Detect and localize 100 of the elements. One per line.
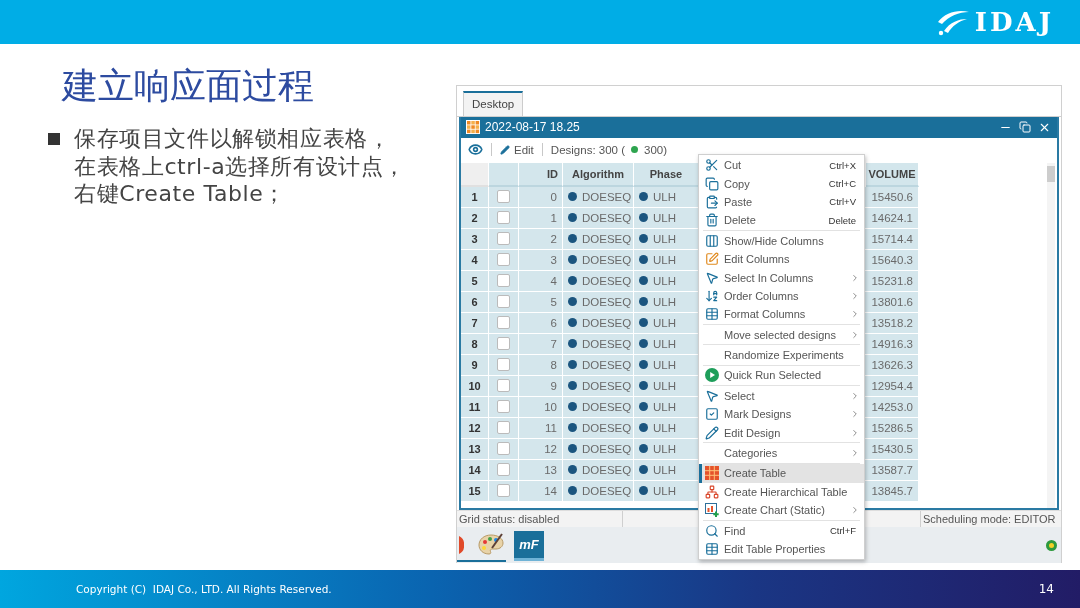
table-cell: ULH — [653, 211, 676, 224]
checkbox[interactable] — [497, 442, 510, 456]
row-number: 11 — [468, 400, 481, 413]
table-cell: DOESEQ — [582, 274, 632, 287]
circle-icon[interactable] — [1046, 539, 1057, 551]
table-cell: 13626.3 — [871, 358, 913, 371]
table-cell: 13587.7 — [871, 463, 913, 476]
dot-icon — [568, 234, 577, 244]
table-icon — [705, 307, 719, 322]
table-cell: DOESEQ — [582, 400, 632, 413]
checkbox[interactable] — [497, 274, 510, 288]
table-cell: ULH — [653, 421, 676, 434]
dot-icon — [639, 402, 648, 412]
table-cell: DOESEQ — [582, 295, 632, 308]
table-cell: ULH — [653, 316, 676, 329]
tab[interactable]: Desktop — [463, 90, 524, 116]
row-number: 14 — [468, 463, 481, 476]
row-number: 1 — [471, 190, 478, 203]
table-cell: 14 — [544, 484, 557, 497]
menu-item[interactable]: Edit Table Properties — [699, 539, 864, 559]
table-cell: 13 — [544, 463, 557, 476]
eye-icon[interactable] — [468, 142, 483, 158]
menu-item[interactable]: Create Table — [699, 464, 864, 483]
table-cell: 6 — [550, 316, 557, 329]
dot-icon — [568, 192, 577, 202]
table-cell: 12 — [544, 442, 557, 455]
menu-item[interactable]: Show/Hide Columns — [699, 231, 864, 250]
table-cell: ULH — [653, 400, 676, 413]
table-cell: 14624.1 — [871, 211, 913, 224]
checkbox[interactable] — [497, 484, 510, 498]
clipboard-icon — [705, 194, 719, 209]
table-cell: ULH — [653, 253, 676, 266]
checkbox[interactable] — [497, 232, 510, 246]
checkbox[interactable] — [497, 337, 510, 351]
dot-icon — [568, 213, 577, 223]
menu-item[interactable]: Create Chart (Static) — [699, 501, 864, 520]
table-cell: 11 — [545, 421, 557, 434]
checkbox[interactable] — [497, 211, 510, 225]
dot-icon — [568, 318, 577, 328]
row-number: 15 — [468, 484, 481, 497]
table-cell: ULH — [653, 379, 676, 392]
window-title: 2022-08-17 18.25 — [485, 120, 581, 135]
scissors-icon — [705, 158, 719, 173]
checkbox[interactable] — [497, 463, 510, 477]
checkbox[interactable] — [497, 253, 510, 267]
column-header[interactable]: Algorithm — [563, 162, 634, 187]
table-cell: ULH — [653, 274, 676, 287]
table-cell: ULH — [653, 358, 676, 371]
table-cell: 13518.2 — [871, 316, 913, 329]
checkbox[interactable] — [497, 421, 510, 435]
menu-item[interactable]: Find Ctrl+F — [699, 521, 864, 540]
dot-icon — [639, 360, 648, 370]
edit-icon — [705, 252, 719, 267]
checkbox[interactable] — [497, 316, 510, 330]
copy-icon — [705, 176, 719, 191]
column-header[interactable]: VOLUME — [866, 162, 919, 187]
table-cell: ULH — [653, 442, 676, 455]
menu-item[interactable]: Delete Delete — [699, 211, 864, 230]
table-cell: 3 — [550, 253, 557, 266]
grid-icon — [466, 120, 480, 135]
menu-item[interactable]: Select In Columns — [699, 268, 864, 287]
dot-icon — [568, 486, 577, 496]
checkbox[interactable] — [497, 400, 510, 414]
table-cell: ULH — [653, 484, 676, 497]
dot-icon — [639, 255, 648, 265]
app-tile[interactable]: mF — [514, 531, 544, 562]
search-icon — [705, 523, 719, 538]
dot-icon — [639, 234, 648, 244]
table-cell: ULH — [653, 190, 676, 203]
status-text: Scheduling mode: EDITOR — [923, 513, 1056, 526]
network-icon — [705, 484, 719, 499]
row-number: 10 — [468, 379, 481, 392]
table-cell: ULH — [653, 337, 676, 350]
row-number: 13 — [468, 442, 481, 455]
checkbox[interactable] — [497, 190, 510, 204]
palette-icon — [478, 533, 504, 558]
dot-icon — [639, 339, 648, 349]
dot-icon — [568, 423, 577, 433]
menu-item[interactable]: Cut Ctrl+X — [699, 156, 864, 175]
row-number: 5 — [471, 274, 478, 287]
edit-button[interactable]: Edit — [500, 143, 534, 156]
menu-item[interactable]: Edit Columns — [699, 249, 864, 269]
checkbox[interactable] — [497, 358, 510, 372]
menu-item[interactable]: Create Hierarchical Table — [699, 482, 864, 502]
dot-icon — [639, 465, 648, 475]
scrollbar-thumb[interactable] — [1047, 165, 1055, 182]
app-icon — [459, 534, 464, 557]
status-text: Grid status: disabled — [459, 513, 560, 526]
table-cell: 2 — [550, 232, 557, 245]
designs-count: Designs: 300 ( — [550, 143, 625, 156]
restore-icon[interactable] — [1019, 121, 1031, 134]
checkbox[interactable] — [497, 295, 510, 309]
table-cell: DOESEQ — [582, 379, 632, 392]
column-header[interactable]: Phase — [634, 162, 699, 187]
bullet-text: 保存项目文件以解锁相应表格， 在表格上ctrl-a选择所有设计点， 右键Create Table； — [74, 125, 407, 208]
table-cell: DOESEQ — [582, 316, 632, 329]
row-number: 2 — [471, 211, 478, 224]
column-header[interactable]: ID — [519, 162, 563, 187]
checkbox[interactable] — [497, 379, 510, 393]
dot-icon — [639, 276, 648, 286]
